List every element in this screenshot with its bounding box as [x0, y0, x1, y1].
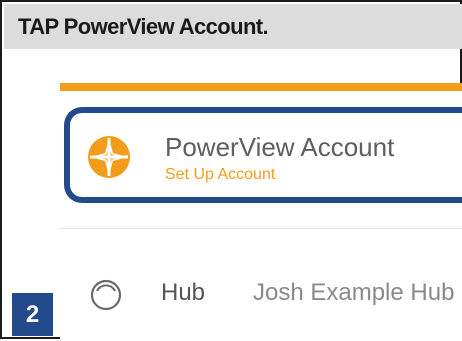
hub-row-value: Josh Example Hub: [253, 279, 455, 306]
powerview-logo-icon: [88, 136, 130, 178]
hub-ring-icon: [90, 279, 122, 311]
account-row-subtitle: Set Up Account: [165, 166, 276, 183]
row-divider: [60, 228, 462, 229]
account-row-title: PowerView Account: [165, 132, 395, 162]
hub-row-label[interactable]: Hub: [161, 279, 205, 307]
instruction-frame: TAP PowerView Account. PowerView Account…: [0, 0, 462, 341]
instruction-bar: TAP PowerView Account.: [4, 4, 462, 49]
accent-bar: [60, 83, 462, 91]
powerview-account-row[interactable]: PowerView Account Set Up Account: [64, 107, 462, 203]
step-number-badge: 2: [12, 293, 53, 336]
instruction-text: TAP PowerView Account.: [18, 14, 269, 39]
app-screen: PowerView Account Set Up Account Hub Jos…: [60, 83, 462, 341]
